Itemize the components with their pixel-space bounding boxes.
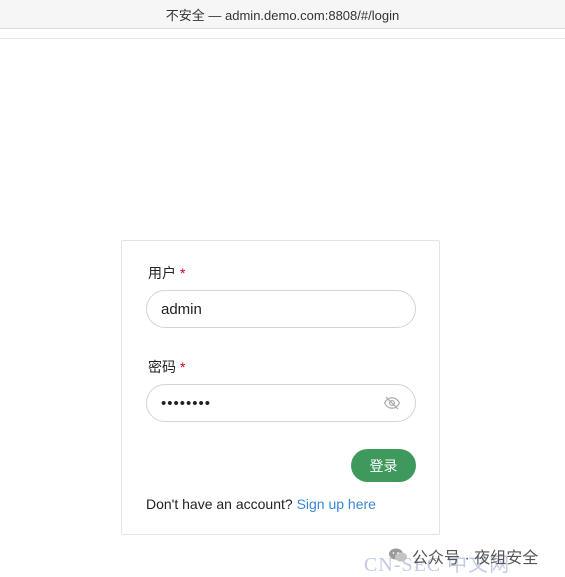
signup-row: Don't have an account? Sign up here	[146, 496, 376, 512]
required-mark: *	[180, 359, 186, 375]
username-label-row: 用户 *	[148, 263, 185, 283]
eye-off-icon[interactable]	[383, 394, 401, 412]
wechat-icon	[389, 548, 407, 562]
password-label-row: 密码 *	[148, 357, 185, 377]
username-label: 用户	[148, 265, 176, 281]
watermark-account: 公众号 · 夜组安全	[412, 550, 539, 567]
signup-prompt: Don't have an account?	[146, 496, 293, 512]
login-card: 用户* 密码* •••••••• 登录 Don't have an accoun…	[121, 240, 440, 535]
required-mark: *	[180, 265, 186, 281]
address-bar[interactable]: 不安全 — admin.demo.com:8808/#/login	[0, 0, 565, 29]
address-text: 不安全 — admin.demo.com:8808/#/login	[165, 7, 400, 23]
username-field[interactable]	[146, 290, 416, 328]
password-field[interactable]: ••••••••	[146, 384, 416, 422]
password-masked-value[interactable]: ••••••••	[161, 395, 383, 412]
watermark: CN-SEC 中文网 公众号 · 夜组安全	[364, 538, 560, 576]
username-input[interactable]	[161, 300, 401, 318]
signup-link[interactable]: Sign up here	[297, 496, 376, 512]
login-button[interactable]: 登录	[351, 449, 416, 482]
password-label: 密码	[148, 359, 176, 375]
toolbar-divider	[0, 38, 565, 39]
